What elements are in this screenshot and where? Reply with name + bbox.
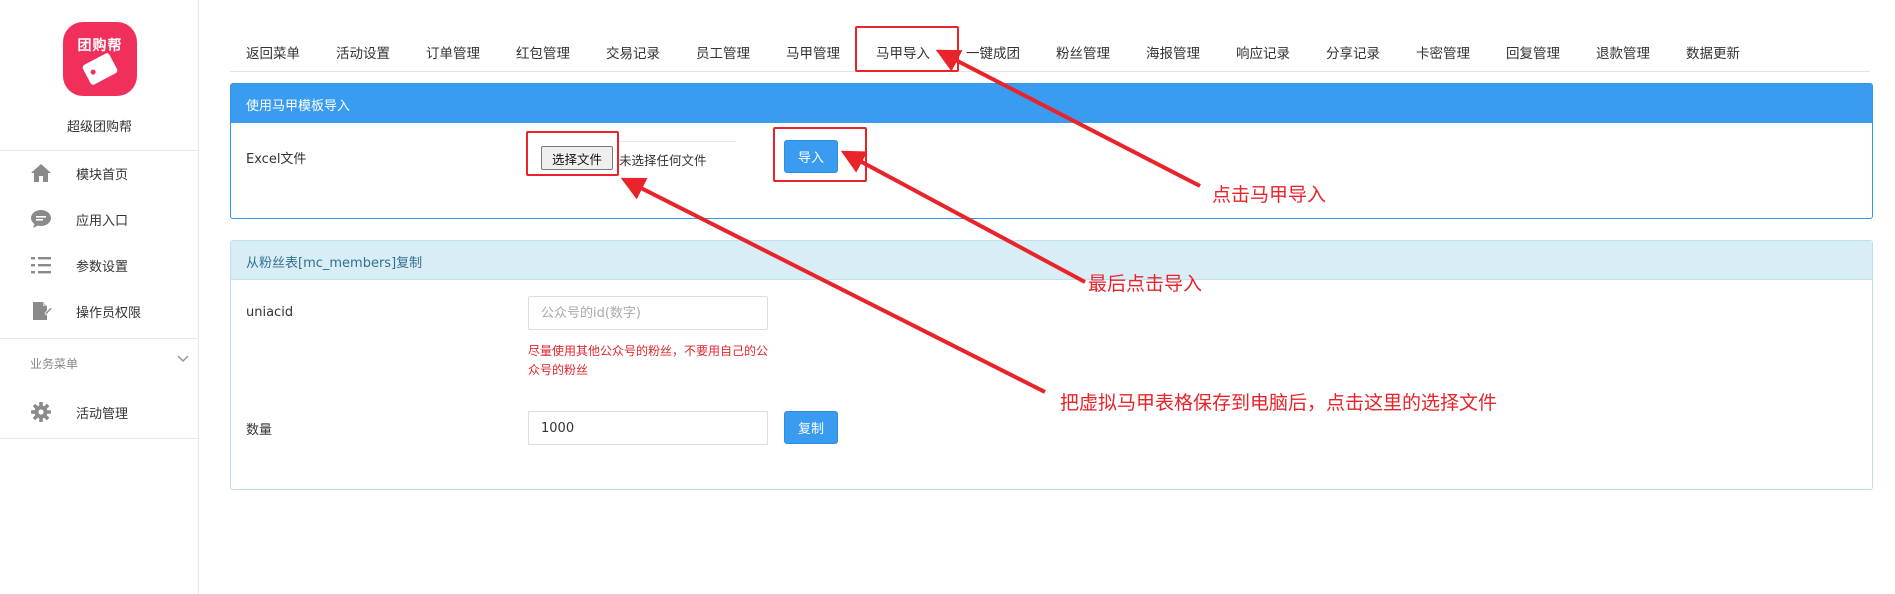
tab-fans[interactable]: 粉丝管理	[1056, 42, 1110, 62]
chevron-down-icon[interactable]	[176, 352, 190, 366]
tab-responses[interactable]: 响应记录	[1236, 42, 1290, 62]
sidebar-item-permissions[interactable]: 操作员权限	[0, 291, 199, 331]
gear-icon	[31, 402, 51, 422]
sidebar-item-label: 活动管理	[76, 407, 129, 422]
file-input-outline	[616, 141, 736, 142]
tab-vest-management[interactable]: 马甲管理	[786, 42, 840, 62]
quantity-input[interactable]	[528, 411, 768, 445]
document-edit-icon	[33, 302, 52, 320]
tab-replies[interactable]: 回复管理	[1506, 42, 1560, 62]
tab-staff[interactable]: 员工管理	[696, 42, 750, 62]
annotation-choose-file: 把虚拟马甲表格保存到电脑后，点击这里的选择文件	[1060, 392, 1498, 414]
tab-shares[interactable]: 分享记录	[1326, 42, 1380, 62]
quantity-label: 数量	[246, 423, 273, 438]
app-logo: 团购帮	[63, 22, 137, 96]
copy-panel: 从粉丝表[mc_members]复制 uniacid 尽量使用其他公众号的粉丝，…	[230, 240, 1873, 490]
sidebar-item-home[interactable]: 模块首页	[0, 153, 199, 193]
sidebar-item-label: 参数设置	[76, 260, 129, 275]
sidebar-item-label: 应用入口	[76, 214, 129, 229]
import-panel-header: 使用马甲模板导入	[231, 84, 1872, 123]
top-tab-bar: 返回菜单 活动设置 订单管理 红包管理 交易记录 员工管理 马甲管理 马甲导入 …	[230, 30, 1870, 72]
copy-panel-header: 从粉丝表[mc_members]复制	[231, 241, 1872, 280]
logo-text: 团购帮	[77, 38, 123, 54]
excel-file-label: Excel文件	[246, 152, 307, 167]
annotation-click-import: 最后点击导入	[1088, 273, 1203, 295]
sidebar-group-label: 业务菜单	[30, 357, 79, 371]
sidebar-divider	[0, 438, 199, 439]
uniacid-help-text: 尽量使用其他公众号的粉丝，不要用自己的公众号的粉丝	[528, 344, 769, 377]
app-name: 超级团购帮	[66, 120, 132, 135]
tab-activity-settings[interactable]: 活动设置	[336, 42, 390, 62]
highlight-box-vest-import-tab	[855, 26, 959, 72]
copy-panel-title: 从粉丝表[mc_members]复制	[246, 256, 423, 271]
highlight-box-import-button	[773, 127, 867, 182]
price-tag-icon	[81, 52, 119, 86]
sidebar: 团购帮 超级团购帮 模块首页 应用入口 参数设置 操作员权限 业务菜单 活动管理	[0, 0, 199, 594]
home-icon	[31, 164, 51, 182]
tab-refunds[interactable]: 退款管理	[1596, 42, 1650, 62]
sidebar-item-activity[interactable]: 活动管理	[0, 392, 199, 432]
list-settings-icon	[31, 257, 51, 274]
sidebar-item-settings[interactable]: 参数设置	[0, 245, 199, 285]
uniacid-label: uniacid	[246, 305, 294, 320]
annotation-click-tab: 点击马甲导入	[1212, 184, 1327, 206]
uniacid-input[interactable]	[528, 296, 768, 330]
file-status-text: 未选择任何文件	[619, 153, 707, 168]
tab-posters[interactable]: 海报管理	[1146, 42, 1200, 62]
import-panel: 使用马甲模板导入 Excel文件 选择文件 未选择任何文件 导入	[230, 83, 1873, 219]
tab-card-codes[interactable]: 卡密管理	[1416, 42, 1470, 62]
sidebar-item-label: 操作员权限	[76, 306, 142, 321]
chat-bubble-icon	[31, 210, 51, 228]
tab-red-packet[interactable]: 红包管理	[516, 42, 570, 62]
sidebar-item-label: 模块首页	[76, 168, 129, 183]
sidebar-divider	[0, 150, 199, 151]
copy-button[interactable]: 复制	[784, 411, 838, 444]
app-root: 团购帮 超级团购帮 模块首页 应用入口 参数设置 操作员权限 业务菜单 活动管理…	[0, 0, 1895, 594]
tab-data-update[interactable]: 数据更新	[1686, 42, 1740, 62]
tab-transactions[interactable]: 交易记录	[606, 42, 660, 62]
tab-back-menu[interactable]: 返回菜单	[246, 42, 300, 62]
sidebar-item-entry[interactable]: 应用入口	[0, 199, 199, 239]
import-panel-title: 使用马甲模板导入	[246, 99, 351, 114]
highlight-box-choose-file	[526, 131, 619, 176]
sidebar-divider	[0, 338, 199, 339]
tab-order-management[interactable]: 订单管理	[426, 42, 480, 62]
tab-one-click-group[interactable]: 一键成团	[966, 42, 1020, 62]
